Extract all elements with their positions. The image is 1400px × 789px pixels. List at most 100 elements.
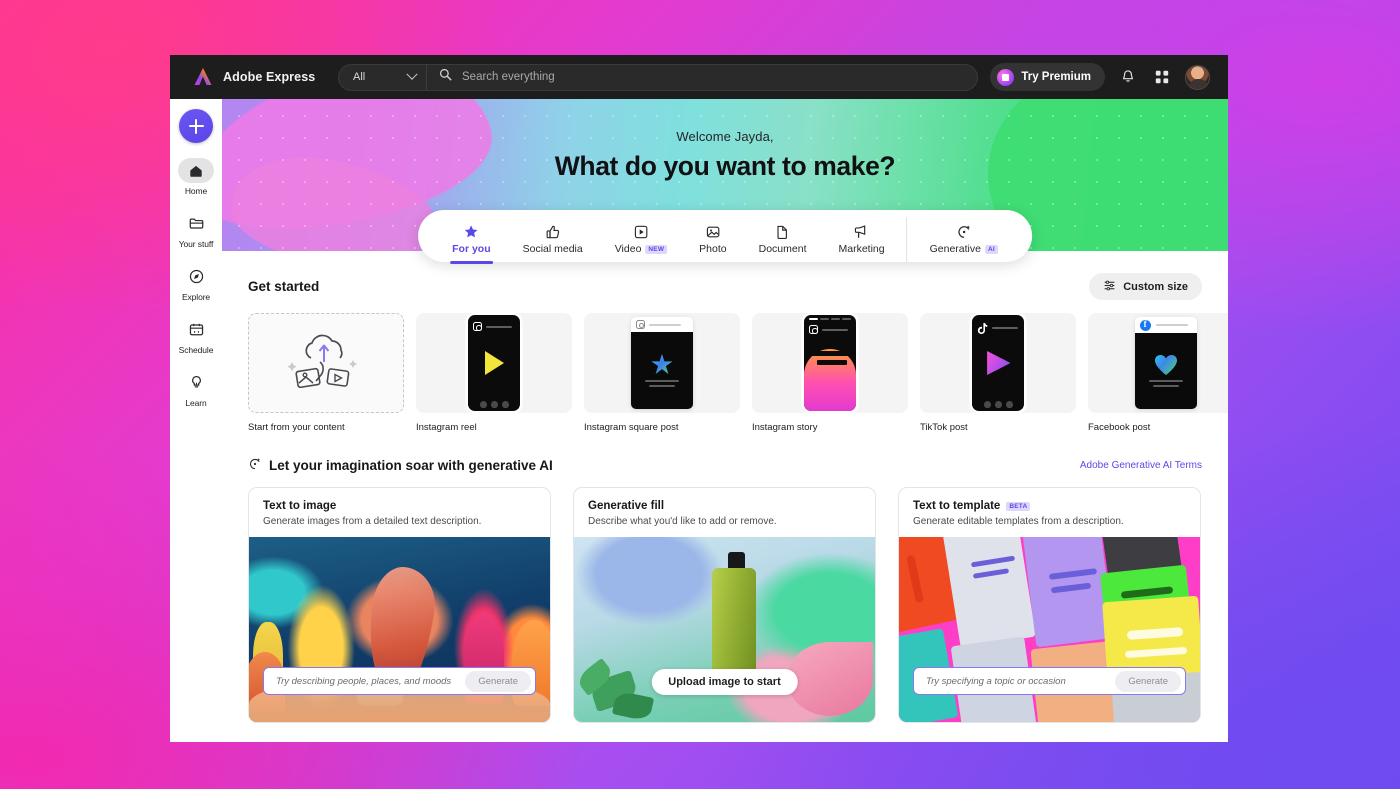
try-premium-label: Try Premium [1021,71,1091,83]
custom-size-button[interactable]: Custom size [1089,273,1202,300]
folder-icon [178,211,214,236]
card-subtitle: Generate editable templates from a descr… [913,516,1186,527]
calendar-icon [178,317,214,342]
top-bar-actions: Try Premium [990,63,1216,91]
tab-marketing[interactable]: Marketing [822,217,900,262]
tab-generative[interactable]: Generative AI [907,217,1014,262]
card-title: Text to image [263,500,336,512]
card-title: Text to template [913,500,1000,512]
generative-card-text-to-template[interactable]: Text to template BETA Generate editable … [898,487,1201,723]
welcome-greeting: Welcome Jayda, [222,129,1228,144]
facebook-icon [1140,320,1151,331]
card-label: Instagram reel [416,422,572,433]
app-window: Adobe Express All Try Premium [170,55,1228,742]
tab-video[interactable]: Video NEW [599,217,683,262]
search-input-wrap[interactable] [427,68,977,86]
section-title-wrap: Let your imagination soar with generativ… [248,457,553,474]
app-body: Home Your stuff Explore Schedule [170,99,1228,742]
search-filter-select[interactable]: All [339,65,427,90]
instagram-square-mockup [631,317,693,409]
sidebar-item-schedule[interactable]: Schedule [172,312,220,359]
video-play-icon [633,223,649,240]
adobe-generative-ai-terms-link[interactable]: Adobe Generative AI Terms [1080,460,1202,471]
compass-icon [178,264,214,289]
template-card[interactable]: Instagram reel [416,313,572,433]
sidebar-item-your-stuff[interactable]: Your stuff [172,206,220,253]
instagram-story-phone-mockup [804,315,856,411]
card-subtitle: Generate images from a detailed text des… [263,516,536,527]
template-card[interactable]: TikTok post [920,313,1076,433]
sidebar-item-home[interactable]: Home [172,153,220,200]
sidebar-item-learn[interactable]: Learn [172,365,220,412]
card-thumbnail[interactable] [416,313,572,413]
search-filter-value: All [353,71,365,83]
card-label: Start from your content [248,422,404,433]
prompt-input[interactable] [276,676,465,687]
tab-for-you[interactable]: For you [436,217,507,262]
generative-ai-title: Let your imagination soar with generativ… [269,458,553,473]
tab-social-media[interactable]: Social media [507,217,599,262]
search-bar[interactable]: All [338,64,978,91]
generative-ai-header: Let your imagination soar with generativ… [248,457,1202,474]
page-title: What do you want to make? [222,151,1228,182]
prompt-bar[interactable]: Generate [263,667,536,695]
top-bar: Adobe Express All Try Premium [170,55,1228,99]
new-project-button[interactable] [179,109,213,143]
card-artwork: Generate [899,537,1200,722]
tab-label: Generative [930,243,981,255]
prompt-input[interactable] [926,676,1115,687]
category-tab-bar: For you Social media Vid [418,210,1032,262]
sidebar-item-label: Schedule [179,345,214,355]
card-thumbnail[interactable] [920,313,1076,413]
get-started-header: Get started Custom size [248,273,1202,300]
facebook-post-mockup [1135,317,1197,409]
template-card[interactable]: Start from your content [248,313,404,433]
sliders-icon [1103,279,1116,295]
lightbulb-icon [178,370,214,395]
card-header: Generative fill Describe what you'd like… [574,488,875,537]
avatar[interactable] [1185,65,1210,90]
tab-document[interactable]: Document [743,217,823,262]
template-card[interactable]: Instagram square post [584,313,740,433]
card-thumbnail[interactable] [584,313,740,413]
template-card[interactable]: Facebook post [1088,313,1228,433]
sidebar-item-explore[interactable]: Explore [172,259,220,306]
generative-sparkle-icon [956,223,972,240]
upload-cloud-illustration-icon [284,332,368,394]
generate-button[interactable]: Generate [1115,671,1181,692]
bell-icon[interactable] [1117,66,1139,88]
prompt-bar[interactable]: Generate [913,667,1186,695]
upload-image-to-start-button[interactable]: Upload image to start [651,669,797,695]
card-artwork: Generate [249,537,550,722]
card-label: Instagram story [752,422,908,433]
sidebar: Home Your stuff Explore Schedule [170,99,222,742]
tab-label: Social media [523,243,583,255]
tab-photo[interactable]: Photo [683,217,742,262]
play-icon [485,351,504,375]
search-input[interactable] [462,71,965,83]
sidebar-item-label: Your stuff [179,239,213,249]
premium-diamond-icon [997,69,1014,86]
gradient-star-icon [651,354,673,375]
tab-label: Document [759,243,807,255]
tiktok-post-phone-mockup [972,315,1024,411]
apps-grid-icon[interactable] [1151,66,1173,88]
card-thumbnail[interactable] [1088,313,1228,413]
brand[interactable]: Adobe Express [182,66,334,88]
try-premium-button[interactable]: Try Premium [990,63,1105,91]
gradient-heart-icon [1155,355,1177,375]
content-scroll-area[interactable]: Get started Custom size [222,251,1228,742]
instagram-reel-phone-mockup [468,315,520,411]
generate-button[interactable]: Generate [465,671,531,692]
card-label: TikTok post [920,422,1076,433]
generative-card-generative-fill[interactable]: Generative fill Describe what you'd like… [573,487,876,723]
card-thumbnail[interactable] [752,313,908,413]
tab-label: Photo [699,243,726,255]
sidebar-item-label: Learn [185,398,206,408]
card-thumbnail[interactable] [248,313,404,413]
template-card[interactable]: Instagram story [752,313,908,433]
section-title: Get started [248,279,319,294]
home-icon [178,158,214,183]
adobe-express-logo-icon [192,66,214,88]
generative-card-text-to-image[interactable]: Text to image Generate images from a det… [248,487,551,723]
